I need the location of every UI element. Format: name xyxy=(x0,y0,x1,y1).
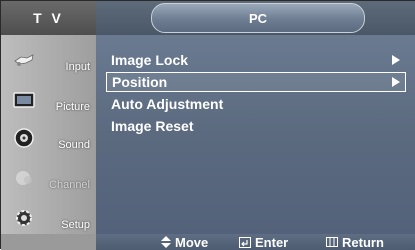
up-down-arrows-icon xyxy=(161,236,171,248)
menu-item-image-lock[interactable]: Image Lock xyxy=(106,50,406,70)
tv-header: T V xyxy=(1,1,96,35)
picture-icon xyxy=(13,91,35,109)
move-hint: Move xyxy=(161,234,208,250)
sidebar: Input Picture Sound Channel Setup xyxy=(1,35,96,234)
menu-item-label: Image Reset xyxy=(111,118,194,134)
return-hint: Return xyxy=(326,234,384,250)
menu-header: PC xyxy=(96,1,415,35)
sidebar-item-sound[interactable]: Sound xyxy=(1,119,96,159)
setup-icon xyxy=(13,209,35,227)
enter-icon xyxy=(239,236,251,248)
input-icon xyxy=(13,51,35,69)
sidebar-item-label: Setup xyxy=(61,219,90,231)
sidebar-item-label: Input xyxy=(65,61,90,73)
menu-panel: Image Lock Position Auto Adjustment Imag… xyxy=(96,35,415,234)
tv-osd-frame: T V PC Input Picture Sound Channel Setup… xyxy=(0,0,415,250)
footer-hints: Move Enter Return xyxy=(96,234,415,250)
menu-item-auto-adjustment[interactable]: Auto Adjustment xyxy=(106,94,406,114)
submenu-arrow-icon xyxy=(392,77,400,87)
sidebar-item-channel[interactable]: Channel xyxy=(1,159,96,199)
sidebar-item-setup[interactable]: Setup xyxy=(1,199,96,239)
sound-icon xyxy=(13,128,35,148)
footer-left-strip xyxy=(1,234,96,250)
menu-title: PC xyxy=(151,3,365,33)
submenu-arrow-icon xyxy=(392,55,400,65)
menu-item-label: Auto Adjustment xyxy=(111,96,224,112)
move-label: Move xyxy=(175,234,209,250)
sidebar-item-label: Picture xyxy=(55,101,90,113)
menu-item-label: Position xyxy=(112,74,168,90)
return-label: Return xyxy=(342,234,384,250)
channel-icon xyxy=(13,169,35,187)
sidebar-item-picture[interactable]: Picture xyxy=(1,81,96,121)
menu-item-image-reset[interactable]: Image Reset xyxy=(106,116,406,136)
sidebar-item-label: Sound xyxy=(58,139,90,151)
sidebar-item-label: Channel xyxy=(49,179,90,191)
sidebar-item-input[interactable]: Input xyxy=(1,41,96,81)
enter-label: Enter xyxy=(255,234,289,250)
enter-hint: Enter xyxy=(239,234,288,250)
return-icon xyxy=(326,237,338,247)
menu-item-position[interactable]: Position xyxy=(106,72,406,92)
menu-item-label: Image Lock xyxy=(111,52,189,68)
